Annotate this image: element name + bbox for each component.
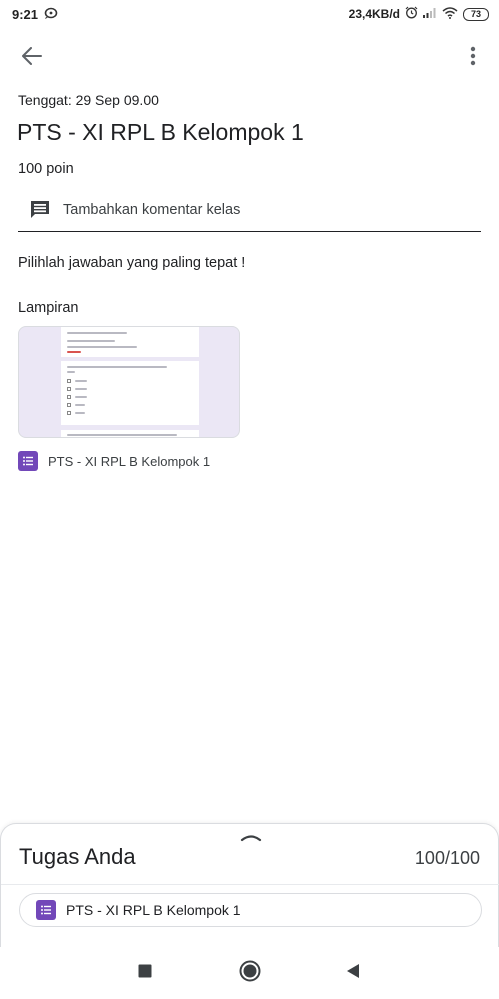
add-class-comment-label: Tambahkan komentar kelas bbox=[63, 201, 241, 218]
google-forms-icon bbox=[18, 451, 38, 471]
assignment-instructions: Pilihlah jawaban yang paling tepat ! bbox=[18, 255, 246, 271]
network-speed: 23,4KB/d bbox=[348, 7, 400, 21]
attachment-link[interactable]: PTS - XI RPL B Kelompok 1 bbox=[18, 451, 210, 471]
attachment-thumbnail[interactable] bbox=[18, 326, 240, 438]
chevron-up-icon[interactable] bbox=[239, 830, 263, 844]
system-back-button[interactable] bbox=[341, 961, 365, 985]
google-forms-icon bbox=[36, 900, 56, 920]
sheet-divider bbox=[1, 884, 499, 885]
system-nav-bar bbox=[0, 947, 499, 999]
due-date: Tenggat: 29 Sep 09.00 bbox=[18, 92, 159, 108]
your-work-attachment-label: PTS - XI RPL B Kelompok 1 bbox=[66, 902, 241, 918]
battery-icon: 73 bbox=[463, 7, 489, 21]
attachments-heading: Lampiran bbox=[18, 300, 79, 316]
home-circle-icon bbox=[239, 960, 261, 987]
battery-level: 73 bbox=[470, 9, 481, 19]
assignment-points: 100 poin bbox=[18, 161, 74, 177]
back-arrow-icon bbox=[22, 46, 42, 70]
more-vert-icon bbox=[470, 46, 476, 71]
your-work-sheet[interactable]: Tugas Anda 100/100 PTS - XI RPL B Kelomp… bbox=[0, 823, 499, 947]
more-options-button[interactable] bbox=[459, 40, 487, 76]
home-button[interactable] bbox=[238, 960, 262, 987]
your-work-attachment-chip[interactable]: PTS - XI RPL B Kelompok 1 bbox=[19, 893, 482, 927]
wifi-icon bbox=[442, 6, 458, 22]
comment-icon bbox=[28, 198, 52, 222]
chat-notification-icon bbox=[44, 7, 58, 22]
add-class-comment-button[interactable]: Tambahkan komentar kelas bbox=[18, 188, 481, 232]
top-app-bar bbox=[0, 36, 499, 80]
assignment-title: PTS - XI RPL B Kelompok 1 bbox=[17, 119, 304, 145]
status-time: 9:21 bbox=[12, 6, 39, 22]
form-preview-header-card bbox=[61, 327, 199, 357]
back-triangle-icon bbox=[346, 963, 360, 984]
attachment-label: PTS - XI RPL B Kelompok 1 bbox=[48, 453, 211, 469]
back-button[interactable] bbox=[14, 40, 50, 76]
recents-button[interactable] bbox=[133, 961, 157, 985]
alarm-icon bbox=[405, 6, 418, 22]
recents-square-icon bbox=[138, 964, 152, 983]
status-left: 9:21 bbox=[12, 7, 58, 22]
status-bar: 9:21 23,4KB/d 73 bbox=[0, 0, 499, 28]
form-preview-next-card bbox=[61, 430, 199, 437]
signal-icon bbox=[423, 7, 437, 21]
your-work-title: Tugas Anda bbox=[19, 844, 136, 869]
status-right: 23,4KB/d 73 bbox=[349, 6, 489, 22]
your-work-score: 100/100 bbox=[414, 848, 480, 868]
form-preview-question-card bbox=[61, 361, 199, 425]
